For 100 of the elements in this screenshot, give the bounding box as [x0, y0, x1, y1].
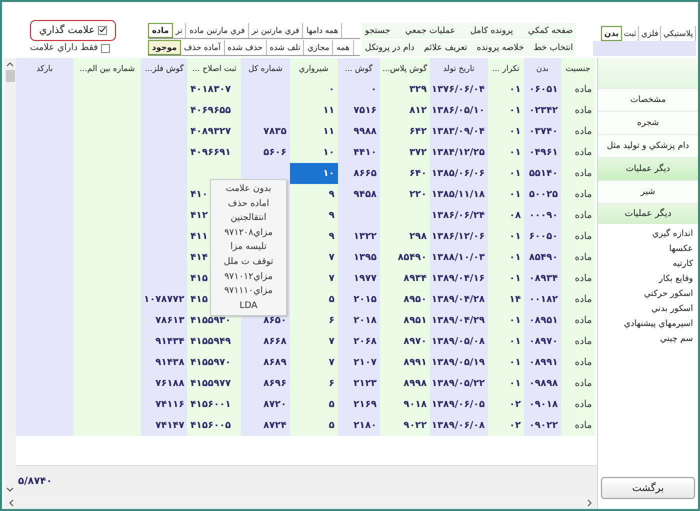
- table-cell: ۰۱: [488, 310, 524, 331]
- menu-link[interactable]: اسپرمهاي پيشنهادي: [624, 317, 693, 331]
- menu-link[interactable]: عكسها: [669, 242, 693, 256]
- column-header[interactable]: گوش فلز...: [141, 58, 188, 79]
- action-link[interactable]: جستجو: [362, 23, 394, 39]
- table-cell: ۰۱: [488, 184, 524, 205]
- tab[interactable]: نر: [172, 23, 186, 38]
- record-count: ۵/۸۷۴۰: [17, 476, 52, 486]
- column-header[interactable]: تاريخ تولد: [430, 58, 488, 79]
- table-cell: ماده: [560, 79, 595, 100]
- table-cell: ۲۹۸: [380, 226, 430, 247]
- checkbox[interactable]: [100, 44, 110, 52]
- group-header[interactable]: ديگر عمليات: [598, 204, 698, 224]
- tab[interactable]: موجود: [148, 40, 181, 55]
- table-cell: ۰۲۳۴۲: [524, 100, 561, 121]
- table-cell: ماده: [560, 226, 595, 247]
- vertical-scrollbar[interactable]: [4, 58, 16, 496]
- table-cell: ۱۱: [290, 100, 338, 121]
- column-header[interactable]: شيرواري: [290, 58, 338, 79]
- column-header[interactable]: بدن: [524, 58, 561, 79]
- table-cell: ۶۰۰۵۰: [524, 226, 561, 247]
- table-cell: ۸۶۹۶: [241, 373, 290, 394]
- column-header[interactable]: باركد: [16, 58, 74, 79]
- table-cell: ۲۱۶۹: [338, 394, 380, 415]
- column-header[interactable]: گوش پلاس...: [380, 58, 430, 79]
- menu-link[interactable]: كارتيه: [672, 257, 693, 271]
- table-cell: ۱۰: [290, 142, 338, 163]
- checkbox-label: فقط داراي علامت: [30, 43, 98, 53]
- table-cell: ماده: [560, 163, 595, 184]
- table-cell: ۳۲۹: [380, 79, 430, 100]
- checkbox[interactable]: [98, 26, 107, 35]
- table-cell: ۷۴۱۱۶: [141, 394, 188, 415]
- column-header[interactable]: ثبت اصلاح ...: [187, 58, 242, 79]
- table-cell: ماده: [560, 142, 595, 163]
- tab[interactable]: ثبت: [622, 26, 640, 41]
- table-cell: ۱۳۸۹/۰۴/۲۸: [430, 289, 488, 310]
- table-cell: ۱۳۸۹/۰۵/۰۸: [430, 331, 488, 352]
- column-header[interactable]: تكرار ...: [488, 58, 524, 79]
- action-link[interactable]: پرونده كامل: [467, 23, 516, 39]
- table-cell: ۱۳۸۹/۰۵/۱۹: [430, 352, 488, 373]
- column-header[interactable]: شماره كل: [241, 58, 290, 79]
- table-cell: ۸۹۷۰: [380, 331, 430, 352]
- table-cell: ۵: [290, 394, 338, 415]
- action-link[interactable]: خلاصه پرونده: [474, 40, 528, 56]
- table-cell: ۵: [290, 289, 338, 310]
- table-cell: ۲۰۱۵: [338, 289, 380, 310]
- table-cell: ۵۵۱۴۰: [524, 163, 561, 184]
- table-cell: ۴۱۵۵۹۷۰: [187, 352, 242, 373]
- action-link[interactable]: صفحه كمكي: [524, 23, 576, 39]
- action-link[interactable]: تعريف علائم: [420, 40, 470, 56]
- sidebar-item[interactable]: مشخصات: [598, 89, 698, 112]
- menu-link[interactable]: اسكور حركتي: [644, 287, 693, 301]
- tab[interactable]: فلزي: [639, 26, 662, 41]
- menu-link[interactable]: اسكور بدني: [651, 302, 693, 316]
- sidebar-item[interactable]: ديگر عمليات: [598, 158, 698, 181]
- tab[interactable]: بدن: [601, 26, 622, 41]
- tab[interactable]: فري مارتين نر: [248, 23, 304, 38]
- scroll-right-icon[interactable]: [587, 498, 593, 506]
- back-button[interactable]: برگشت: [601, 477, 695, 499]
- menu-link[interactable]: سم چيني: [660, 332, 693, 346]
- table-cell: ۰۱: [488, 142, 524, 163]
- table-cell: ۹: [290, 184, 338, 205]
- table-cell: ۰۹۰۲۲: [524, 415, 561, 436]
- column-header[interactable]: گوش ...: [338, 58, 380, 79]
- scroll-up-icon[interactable]: [6, 61, 14, 67]
- action-link[interactable]: انتخاب خط: [530, 40, 576, 56]
- menu-link[interactable]: وقايع بكار: [658, 272, 693, 286]
- table-cell: ۵۶۰۶: [241, 142, 290, 163]
- action-link[interactable]: عمليات جمعي: [402, 23, 458, 39]
- menu-link[interactable]: اندازه گيري: [652, 227, 693, 241]
- sidebar-item[interactable]: شجره: [598, 112, 698, 135]
- sidebar-item[interactable]: دام پزشكي و توليد مثل: [598, 135, 698, 158]
- table-cell: ۰۱: [488, 331, 524, 352]
- table-cell: ۹: [290, 226, 338, 247]
- tab[interactable]: پلاستيكي: [661, 26, 696, 41]
- horizontal-scrollbar[interactable]: [4, 496, 597, 509]
- table-cell: ۸۹۹۱: [380, 352, 430, 373]
- tab[interactable]: ماده: [148, 23, 173, 38]
- table-cell: ماده: [560, 331, 595, 352]
- table-cell: ۱۰: [290, 163, 338, 184]
- column-header[interactable]: جنسيت: [560, 58, 595, 79]
- table-cell: ۰۹۰۱۸: [524, 394, 561, 415]
- table-cell: ۵: [290, 415, 338, 436]
- table-cell: ۰۲: [488, 415, 524, 436]
- scroll-thumb[interactable]: [6, 70, 14, 82]
- table-cell: ۹۹۸۸: [338, 121, 380, 142]
- sidebar-item[interactable]: شير: [598, 181, 698, 204]
- table-cell: ۱۴: [488, 289, 524, 310]
- scroll-down-icon[interactable]: [6, 487, 14, 493]
- action-link[interactable]: دام در پروتكل: [362, 40, 418, 56]
- table-cell: ۲۱۲۳: [338, 373, 380, 394]
- table-cell: ۱۳۸۹/۰۵/۲۲: [430, 373, 488, 394]
- table-cell: ماده: [560, 268, 595, 289]
- scroll-left-icon[interactable]: [8, 498, 14, 506]
- column-header[interactable]: شماره بين الم...: [73, 58, 142, 79]
- table-cell: ۹۰۱۸: [380, 394, 430, 415]
- table-cell: ۱۳۹۵: [338, 247, 380, 268]
- table-cell: ۱۳۸۹/۰۶/۰۵: [430, 394, 488, 415]
- table-cell: ۰۱: [488, 247, 524, 268]
- table-cell: ۱۳۸۹/۰۴/۲۹: [430, 310, 488, 331]
